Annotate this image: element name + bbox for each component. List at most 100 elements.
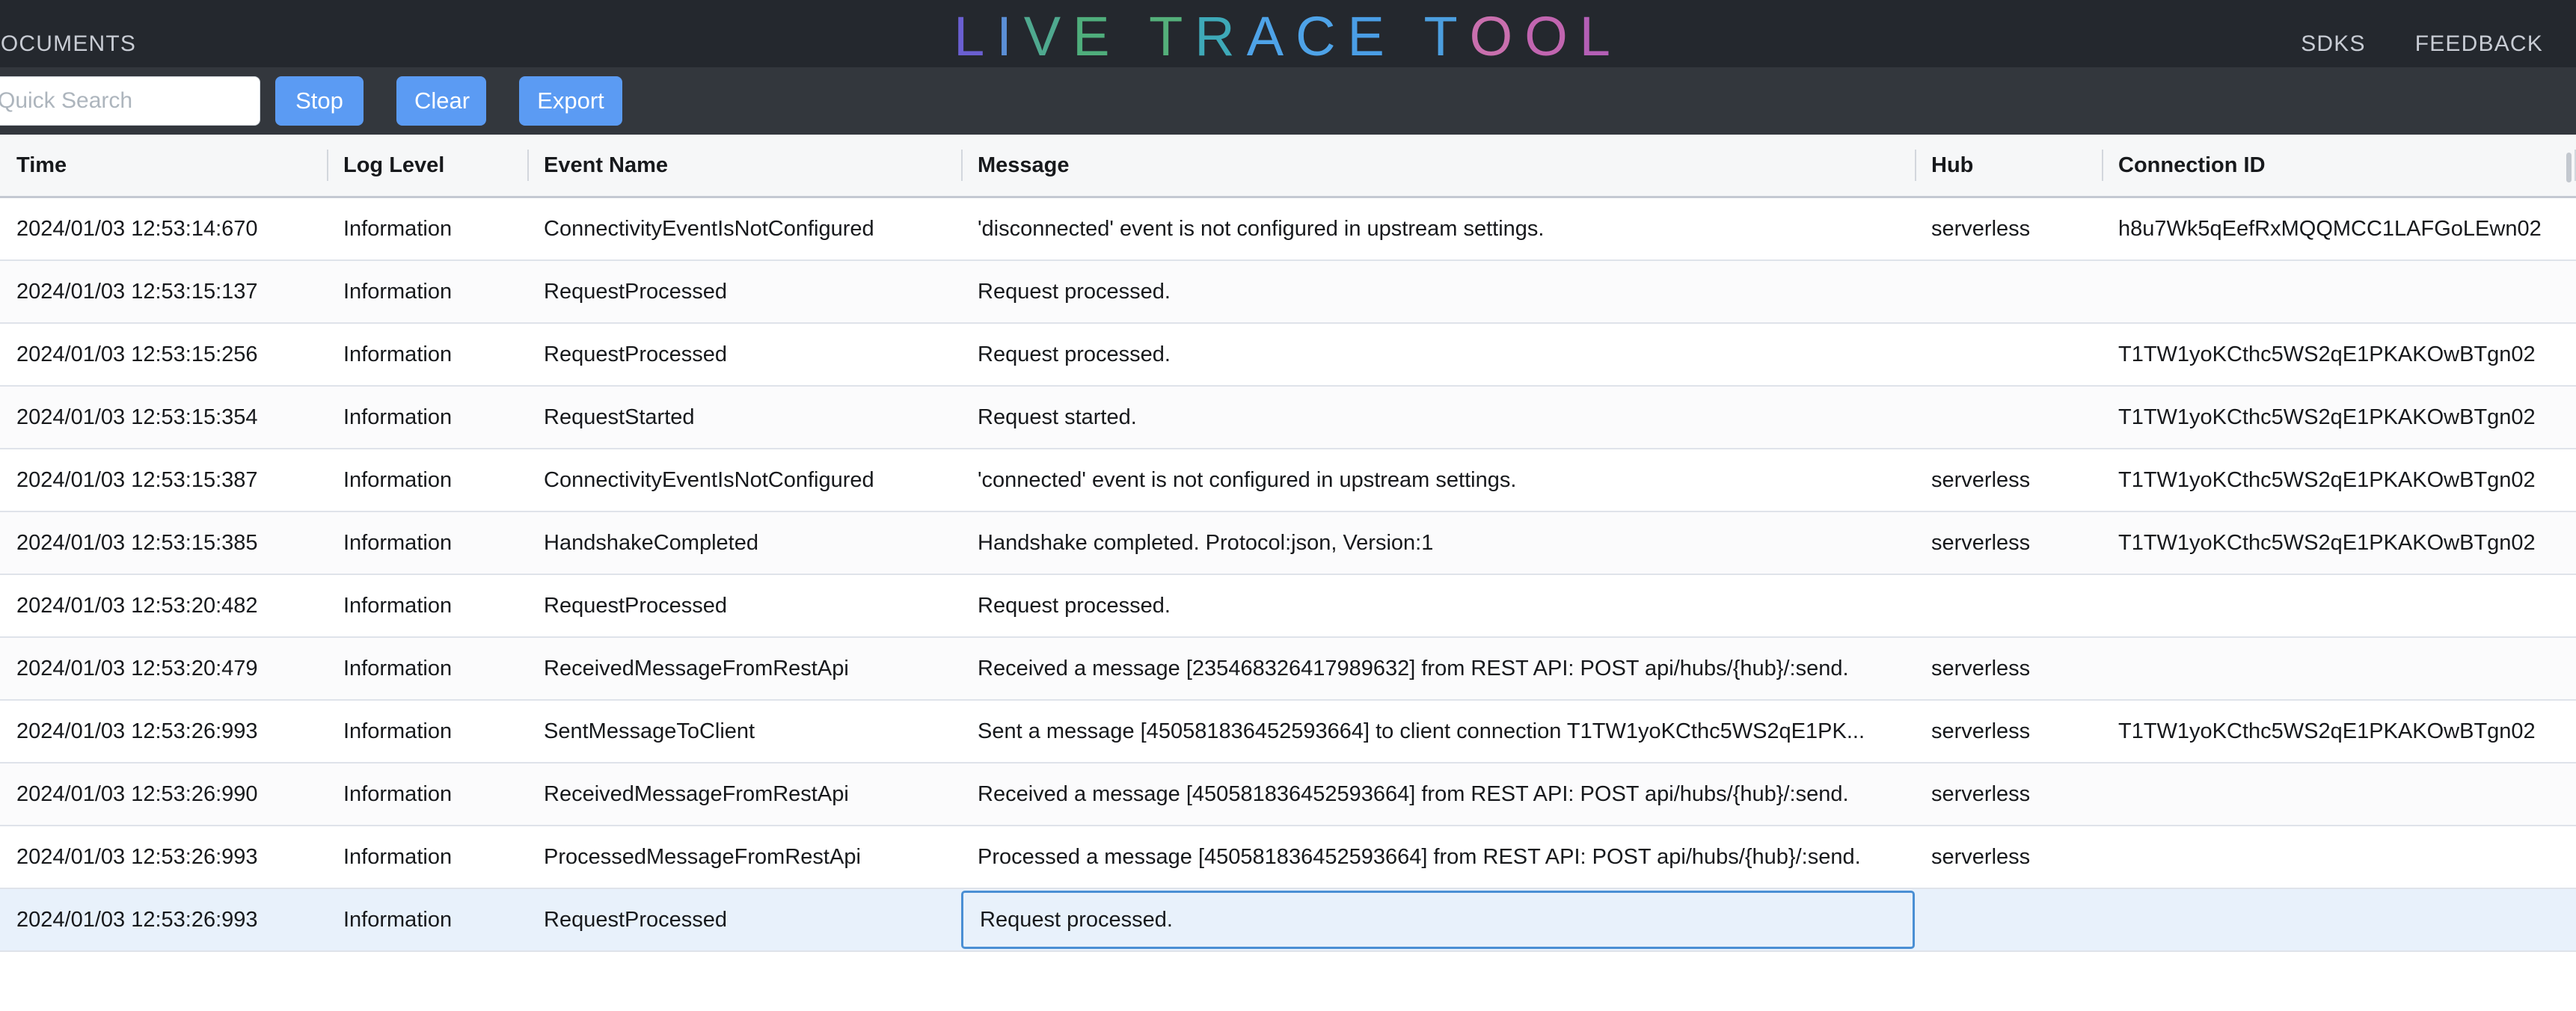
cell-event-name[interactable]: RequestProcessed [527,324,961,385]
table-row[interactable]: 2024/01/03 12:53:26:993InformationSentMe… [0,701,2576,763]
cell-message[interactable]: Received a message [235468326417989632] … [961,638,1915,699]
cell-message[interactable]: Processed a message [450581836452593664]… [961,826,1915,888]
cell-time[interactable]: 2024/01/03 12:53:26:993 [0,889,327,950]
cell-log-level[interactable]: Information [327,387,527,448]
quick-search-input[interactable] [0,76,260,126]
cell-log-level[interactable]: Information [327,449,527,511]
cell-event-name[interactable]: RequestStarted [527,387,961,448]
cell-message[interactable]: 'disconnected' event is not configured i… [961,198,1915,259]
cell-time[interactable]: 2024/01/03 12:53:15:354 [0,387,327,448]
table-row[interactable]: 2024/01/03 12:53:15:354InformationReques… [0,387,2576,449]
cell-time[interactable]: 2024/01/03 12:53:26:993 [0,826,327,888]
horizontal-scrollbar-thumb[interactable] [2566,153,2572,182]
cell-hub[interactable]: serverless [1915,198,2102,259]
cell-hub[interactable] [1915,889,2102,950]
search-container [0,76,260,126]
table-row[interactable]: 2024/01/03 12:53:26:990InformationReceiv… [0,763,2576,826]
cell-log-level[interactable]: Information [327,826,527,888]
cell-message[interactable]: Sent a message [450581836452593664] to c… [961,701,1915,762]
cell-event-name[interactable]: ReceivedMessageFromRestApi [527,763,961,825]
cell-log-level[interactable]: Information [327,575,527,636]
cell-hub[interactable] [1915,324,2102,385]
cell-message[interactable]: Request processed. [961,891,1915,949]
cell-event-name[interactable]: HandshakeCompleted [527,512,961,574]
cell-event-name[interactable]: RequestProcessed [527,889,961,950]
cell-connection-id[interactable] [2102,575,2576,636]
cell-connection-id[interactable] [2102,889,2576,950]
cell-connection-id[interactable] [2102,261,2576,322]
cell-log-level[interactable]: Information [327,763,527,825]
cell-connection-id[interactable] [2102,638,2576,699]
cell-log-level[interactable]: Information [327,638,527,699]
cell-time[interactable]: 2024/01/03 12:53:20:479 [0,638,327,699]
cell-hub[interactable]: serverless [1915,763,2102,825]
table-row[interactable]: 2024/01/03 12:53:26:993InformationReques… [0,889,2576,952]
cell-log-level[interactable]: Information [327,324,527,385]
cell-event-name[interactable]: ConnectivityEventIsNotConfigured [527,198,961,259]
cell-event-name[interactable]: SentMessageToClient [527,701,961,762]
column-header-message[interactable]: Message [961,135,1915,196]
cell-time[interactable]: 2024/01/03 12:53:20:482 [0,575,327,636]
table-row[interactable]: 2024/01/03 12:53:15:387InformationConnec… [0,449,2576,512]
cell-hub[interactable] [1915,387,2102,448]
cell-message[interactable]: 'connected' event is not configured in u… [961,449,1915,511]
column-header-connection-id[interactable]: Connection ID [2102,135,2576,196]
column-header-hub[interactable]: Hub [1915,135,2102,196]
nav-link-feedback[interactable]: FEEDBACK [2415,31,2543,57]
cell-log-level[interactable]: Information [327,889,527,950]
cell-connection-id[interactable]: h8u7Wk5qEefRxMQQMCC1LAFGoLEwn02 [2102,198,2576,259]
cell-message[interactable]: Received a message [450581836452593664] … [961,763,1915,825]
cell-time[interactable]: 2024/01/03 12:53:15:256 [0,324,327,385]
cell-event-name[interactable]: ReceivedMessageFromRestApi [527,638,961,699]
cell-time[interactable]: 2024/01/03 12:53:26:990 [0,763,327,825]
table-row[interactable]: 2024/01/03 12:53:20:479InformationReceiv… [0,638,2576,701]
cell-message[interactable]: Request processed. [961,324,1915,385]
cell-connection-id[interactable] [2102,826,2576,888]
clear-button[interactable]: Clear [396,76,486,126]
cell-time[interactable]: 2024/01/03 12:53:15:137 [0,261,327,322]
cell-event-name[interactable]: RequestProcessed [527,575,961,636]
cell-hub[interactable]: serverless [1915,826,2102,888]
column-header-time[interactable]: Time [0,135,327,196]
cell-connection-id[interactable]: T1TW1yoKCthc5WS2qE1PKAKOwBTgn02 [2102,387,2576,448]
cell-hub[interactable] [1915,575,2102,636]
cell-log-level[interactable]: Information [327,701,527,762]
cell-log-level[interactable]: Information [327,198,527,259]
table-row[interactable]: 2024/01/03 12:53:14:670InformationConnec… [0,198,2576,261]
cell-hub[interactable]: serverless [1915,449,2102,511]
cell-connection-id[interactable] [2102,763,2576,825]
cell-hub[interactable]: serverless [1915,701,2102,762]
table-row[interactable]: 2024/01/03 12:53:26:993InformationProces… [0,826,2576,889]
table-row[interactable]: 2024/01/03 12:53:15:385InformationHandsh… [0,512,2576,575]
top-navigation-bar: DOCUMENTS LIVE TRACE TOOL SDKS FEEDBACK [0,0,2576,67]
table-row[interactable]: 2024/01/03 12:53:15:137InformationReques… [0,261,2576,324]
cell-time[interactable]: 2024/01/03 12:53:15:385 [0,512,327,574]
cell-connection-id[interactable]: T1TW1yoKCthc5WS2qE1PKAKOwBTgn02 [2102,449,2576,511]
column-header-log-level[interactable]: Log Level [327,135,527,196]
cell-event-name[interactable]: ConnectivityEventIsNotConfigured [527,449,961,511]
cell-log-level[interactable]: Information [327,512,527,574]
cell-message[interactable]: Request started. [961,387,1915,448]
table-row[interactable]: 2024/01/03 12:53:15:256InformationReques… [0,324,2576,387]
cell-time[interactable]: 2024/01/03 12:53:26:993 [0,701,327,762]
cell-connection-id[interactable]: T1TW1yoKCthc5WS2qE1PKAKOwBTgn02 [2102,324,2576,385]
cell-event-name[interactable]: ProcessedMessageFromRestApi [527,826,961,888]
cell-time[interactable]: 2024/01/03 12:53:15:387 [0,449,327,511]
cell-event-name[interactable]: RequestProcessed [527,261,961,322]
cell-hub[interactable]: serverless [1915,638,2102,699]
cell-message[interactable]: Request processed. [961,261,1915,322]
cell-connection-id[interactable]: T1TW1yoKCthc5WS2qE1PKAKOwBTgn02 [2102,512,2576,574]
cell-message[interactable]: Handshake completed. Protocol:json, Vers… [961,512,1915,574]
cell-message[interactable]: Request processed. [961,575,1915,636]
export-button[interactable]: Export [519,76,622,126]
cell-hub[interactable] [1915,261,2102,322]
cell-log-level[interactable]: Information [327,261,527,322]
nav-link-documents[interactable]: DOCUMENTS [0,31,136,57]
cell-connection-id[interactable]: T1TW1yoKCthc5WS2qE1PKAKOwBTgn02 [2102,701,2576,762]
column-header-event-name[interactable]: Event Name [527,135,961,196]
cell-hub[interactable]: serverless [1915,512,2102,574]
stop-button[interactable]: Stop [275,76,364,126]
cell-time[interactable]: 2024/01/03 12:53:14:670 [0,198,327,259]
table-row[interactable]: 2024/01/03 12:53:20:482InformationReques… [0,575,2576,638]
nav-link-sdks[interactable]: SDKS [2301,31,2366,57]
